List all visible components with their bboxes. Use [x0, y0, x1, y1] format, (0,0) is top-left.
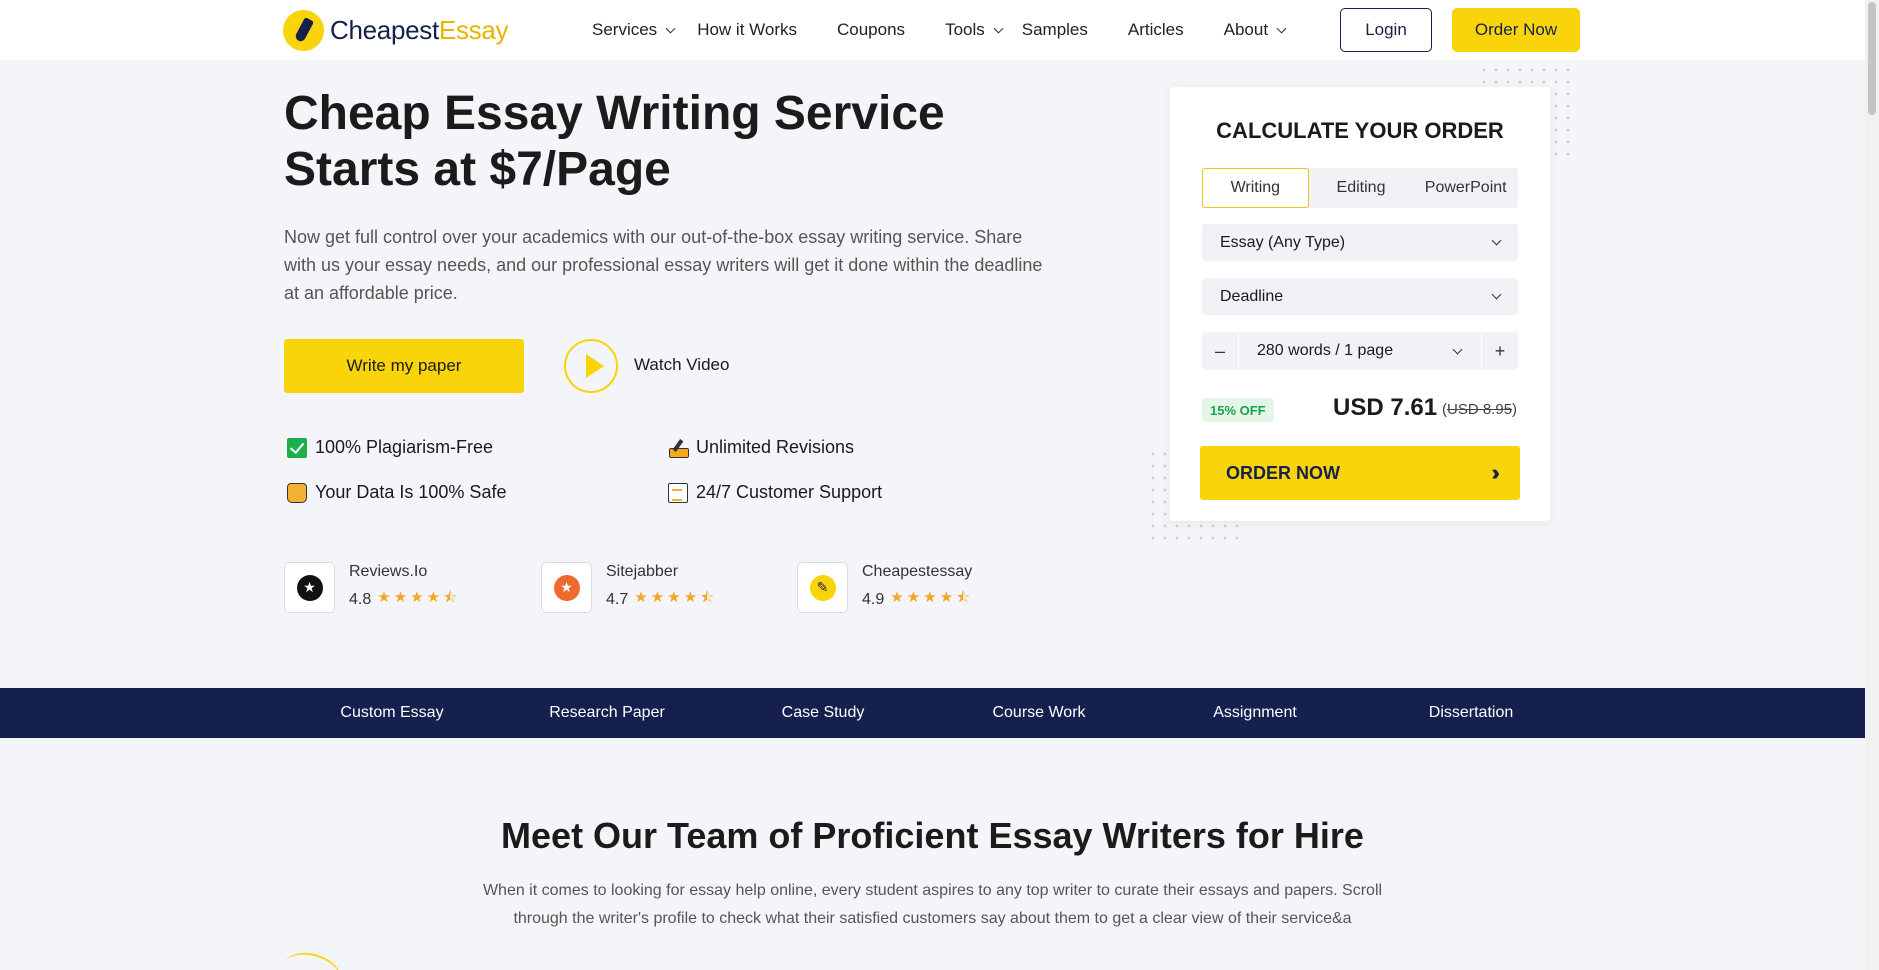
rating-score: 4.9	[862, 590, 885, 608]
clipboard-icon	[668, 482, 688, 503]
nav-tools[interactable]: Tools	[945, 20, 1004, 40]
checkmark-icon	[287, 437, 307, 458]
order-now-header-button[interactable]: Order Now	[1452, 8, 1580, 52]
tab-editing[interactable]: Editing	[1309, 168, 1414, 208]
feature-data-safe: Your Data Is 100% Safe	[287, 482, 506, 503]
logo-text-essay: Essay	[438, 15, 509, 45]
login-button[interactable]: Login	[1340, 8, 1432, 52]
chevron-down-icon	[665, 23, 676, 33]
chevron-down-icon	[1276, 23, 1287, 33]
discount-badge: 15% OFF	[1202, 398, 1274, 422]
category-assignment[interactable]: Assignment	[1213, 688, 1297, 738]
scrollbar-thumb[interactable]	[1868, 2, 1876, 115]
feature-plagiarism-free: 100% Plagiarism-Free	[287, 437, 493, 458]
category-custom-essay[interactable]: Custom Essay	[340, 688, 443, 738]
site-header: CheapestEssay Services How it Works Coup…	[0, 0, 1865, 60]
team-description: When it comes to looking for essay help …	[482, 882, 1383, 927]
category-dissertation[interactable]: Dissertation	[1429, 688, 1513, 738]
pencil-edit-icon	[668, 438, 689, 458]
order-calculator: CALCULATE YOUR ORDER Writing Editing Pow…	[1170, 87, 1550, 521]
original-price: (USD 8.95)	[1442, 401, 1518, 418]
tab-writing[interactable]: Writing	[1202, 168, 1309, 208]
rating-stars: ★★★★⯪	[377, 589, 461, 606]
pages-select[interactable]: 280 words / 1 page	[1238, 332, 1482, 370]
bag-lock-icon	[287, 482, 307, 503]
pen-logo-icon	[283, 10, 324, 51]
double-chevron-right-icon: ››	[1491, 460, 1499, 485]
current-price: USD 7.61	[1333, 394, 1438, 421]
nav-about[interactable]: About	[1224, 20, 1287, 40]
chevron-down-icon	[1491, 235, 1502, 246]
rating-sitejabber[interactable]: ★ Sitejabber 4.7 ★★★★⯪	[541, 562, 717, 613]
category-research-paper[interactable]: Research Paper	[549, 688, 665, 738]
category-bar: Custom Essay Research Paper Case Study C…	[0, 688, 1865, 738]
watch-video-link[interactable]: Watch Video	[634, 355, 729, 375]
page-scrollbar[interactable]	[1865, 0, 1879, 970]
rating-cheapestessay[interactable]: ✎ Cheapestessay 4.9 ★★★★⯪	[797, 562, 973, 613]
write-my-paper-button[interactable]: Write my paper	[284, 339, 524, 393]
rating-stars: ★★★★⯪	[890, 589, 974, 606]
star-badge-icon: ★	[296, 574, 323, 601]
deadline-select[interactable]: Deadline	[1202, 278, 1518, 315]
main-nav: Services How it Works Coupons Tools Samp…	[592, 0, 1287, 60]
service-tabs: Writing Editing PowerPoint	[1202, 168, 1518, 208]
hero-title: Cheap Essay Writing Service Starts at $7…	[284, 87, 945, 196]
cheapestessay-logo-icon: ✎	[809, 574, 836, 601]
order-now-button[interactable]: ORDER NOW ››	[1200, 446, 1520, 500]
tab-powerpoint[interactable]: PowerPoint	[1413, 168, 1518, 208]
site-logo[interactable]: CheapestEssay	[283, 10, 509, 51]
rating-stars: ★★★★⯪	[634, 589, 718, 606]
chevron-down-icon	[1491, 289, 1502, 300]
nav-how-it-works[interactable]: How it Works	[697, 20, 797, 40]
rating-score: 4.7	[606, 590, 629, 608]
nav-coupons[interactable]: Coupons	[837, 20, 905, 40]
team-title: Meet Our Team of Proficient Essay Writer…	[501, 815, 1364, 856]
calculator-title: CALCULATE YOUR ORDER	[1216, 118, 1504, 143]
chevron-down-icon	[993, 23, 1004, 33]
hero-description: Now get full control over your academics…	[284, 227, 1043, 303]
category-course-work[interactable]: Course Work	[992, 688, 1085, 738]
chevron-down-icon	[1452, 344, 1463, 354]
paper-type-select[interactable]: Essay (Any Type)	[1202, 224, 1518, 261]
rating-reviews-io[interactable]: ★ Reviews.Io 4.8 ★★★★⯪	[284, 562, 460, 613]
decrease-pages-button[interactable]: –	[1202, 332, 1238, 370]
rating-score: 4.8	[349, 590, 372, 608]
play-video-icon[interactable]	[564, 339, 618, 393]
feature-customer-support: 24/7 Customer Support	[668, 482, 882, 503]
nav-articles[interactable]: Articles	[1128, 20, 1184, 40]
pages-stepper: – 280 words / 1 page +	[1202, 332, 1518, 370]
increase-pages-button[interactable]: +	[1482, 332, 1518, 370]
nav-samples[interactable]: Samples	[1022, 20, 1088, 40]
sitejabber-icon: ★	[553, 574, 580, 601]
feature-unlimited-revisions: Unlimited Revisions	[668, 437, 854, 458]
category-case-study[interactable]: Case Study	[782, 688, 865, 738]
nav-services[interactable]: Services	[592, 20, 676, 40]
logo-text-cheapest: Cheapest	[330, 15, 439, 45]
